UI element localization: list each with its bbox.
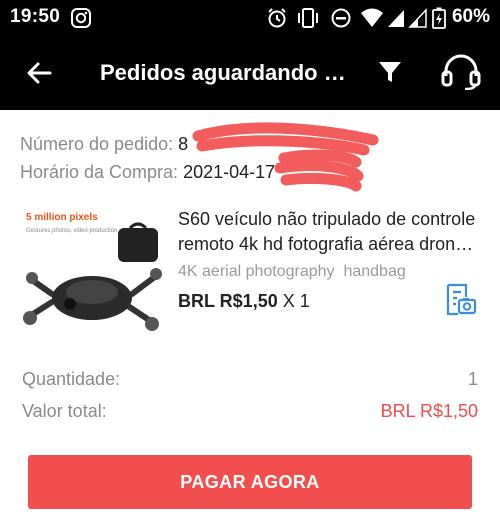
instagram-icon — [71, 8, 91, 28]
invoice-icon[interactable] — [443, 283, 477, 317]
order-number-value: 8 — [178, 134, 189, 154]
purchase-time-label: Horário da Compra: — [20, 162, 179, 182]
quantity-value: 1 — [467, 369, 478, 389]
status-bar: 19:50 60% — [0, 0, 500, 36]
product-image[interactable]: 5 million pixels Gestures photos, video … — [22, 206, 162, 346]
battery-icon — [432, 7, 446, 29]
vibrate-icon — [298, 8, 318, 28]
thumb-subtext: Gestures photos, video production — [26, 228, 117, 234]
battery-percent: 60% — [451, 6, 490, 27]
total-row: Valor total: BRL R$1,50 — [22, 401, 478, 422]
product-price-row: BRL R$1,50 X 1 — [178, 291, 310, 312]
product-variant: 4K aerial photography handbag — [178, 263, 406, 280]
product-title[interactable]: S60 veículo não tripulado de controle re… — [178, 207, 478, 257]
alarm-icon — [268, 8, 286, 28]
redaction-mark — [192, 122, 379, 192]
do-not-disturb-icon — [331, 8, 351, 28]
order-number-label: Número do pedido: — [20, 134, 174, 154]
page-title: Pedidos aguardando pagamento — [100, 60, 350, 85]
filter-icon[interactable] — [378, 60, 402, 84]
app-bar: Pedidos aguardando pagamento — [0, 36, 500, 110]
thumb-headline: 5 million pixels — [26, 212, 98, 223]
quantity-row: Quantidade: 1 — [22, 369, 478, 390]
total-label: Valor total: — [22, 401, 107, 421]
signal-icon — [388, 10, 404, 27]
status-time: 19:50 — [10, 6, 61, 27]
product-quantity: X 1 — [282, 291, 310, 311]
signal-icon — [408, 8, 427, 28]
back-arrow-icon[interactable] — [26, 60, 52, 86]
product-price: BRL R$1,50 — [178, 291, 278, 311]
wifi-icon — [361, 8, 383, 27]
quantity-label: Quantidade: — [22, 369, 121, 389]
product-title-text: S60 veículo não tripulado de controle re… — [178, 209, 476, 254]
pay-now-button[interactable]: PAGAR AGORA — [28, 455, 472, 509]
headset-icon[interactable] — [441, 54, 481, 90]
total-value: BRL R$1,50 — [380, 401, 478, 421]
